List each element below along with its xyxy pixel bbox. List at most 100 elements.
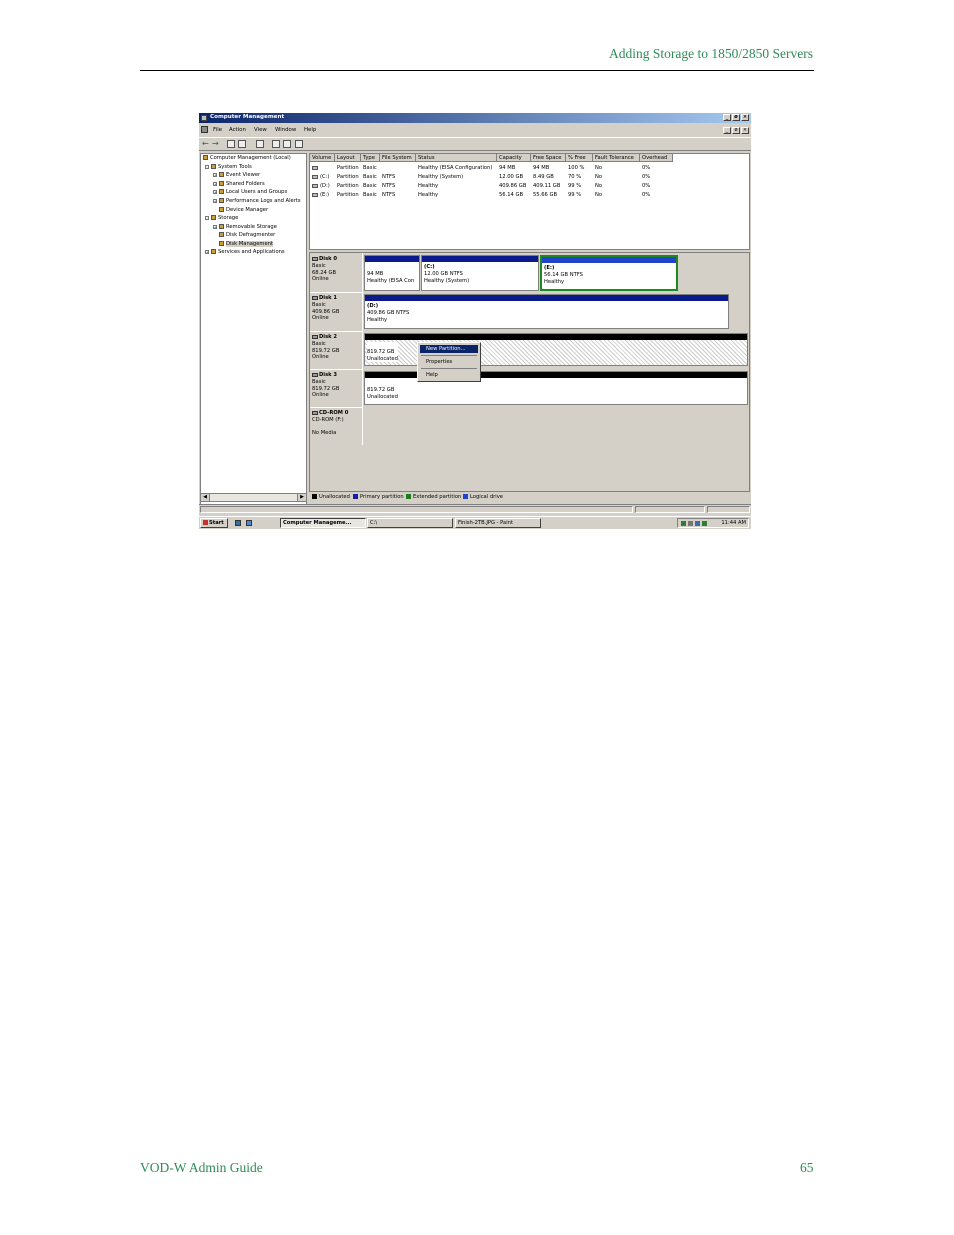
cdrom-0-label[interactable]: CD-ROM 0 CD-ROM (F:) No Media <box>312 410 362 437</box>
cdrom-icon <box>312 410 318 415</box>
tree-item-performance-logs[interactable]: + Performance Logs and Alerts <box>213 198 301 204</box>
disk-3-label[interactable]: Disk 3 Basic 819.72 GB Online <box>312 372 362 399</box>
settings-icon[interactable] <box>283 140 291 148</box>
menu-action[interactable]: Action <box>229 127 246 133</box>
disk-2-label[interactable]: Disk 2 Basic 819.72 GB Online <box>312 334 362 361</box>
collapse-icon[interactable]: - <box>205 164 209 169</box>
explorer-icon[interactable] <box>246 520 252 526</box>
menu-window[interactable]: Window <box>275 127 296 133</box>
disk-1-label[interactable]: Disk 1 Basic 409.86 GB Online <box>312 295 362 322</box>
child-restore-button[interactable]: ø <box>732 127 740 134</box>
start-button[interactable]: Start <box>200 518 228 528</box>
fault-tolerance-cell: No <box>595 192 603 198</box>
tray-icon[interactable] <box>695 521 700 526</box>
expand-icon[interactable]: + <box>213 189 217 194</box>
tree-item-shared-folders[interactable]: + Shared Folders <box>213 181 265 187</box>
disk-0-e-partition[interactable]: (E:) 56.14 GB NTFS Healthy <box>540 255 678 291</box>
volume-cell[interactable]: (E:) <box>312 192 329 198</box>
col-type[interactable]: Type <box>361 154 380 162</box>
volume-cell[interactable]: (D:) <box>312 183 330 189</box>
forward-arrow-icon[interactable]: → <box>212 139 219 148</box>
desktop-icon[interactable] <box>235 520 241 526</box>
title-bar[interactable]: Computer Management _ ø × <box>199 113 751 123</box>
col-layout[interactable]: Layout <box>335 154 361 162</box>
menu-bar: File Action View Window Help _ ø × <box>199 125 751 135</box>
collapse-icon[interactable]: - <box>205 215 209 220</box>
volume-icon <box>312 183 318 188</box>
disk-0-label[interactable]: Disk 0 Basic 68.24 GB Online <box>312 256 362 283</box>
menu-item-properties[interactable]: Properties <box>420 358 478 366</box>
child-close-button[interactable]: × <box>741 127 749 134</box>
help-icon[interactable] <box>272 140 280 148</box>
col-fault-tolerance[interactable]: Fault Tolerance <box>593 154 640 162</box>
tray-icon[interactable] <box>702 521 707 526</box>
tree-item-device-manager[interactable]: Device Manager <box>219 207 268 213</box>
properties-icon[interactable] <box>256 140 264 148</box>
disk-0-eisa-partition[interactable]: 94 MB Healthy (EISA Con <box>364 255 420 291</box>
app-menu-icon[interactable] <box>201 126 208 133</box>
volume-cell[interactable]: (C:) <box>312 174 329 180</box>
tray-icon[interactable] <box>681 521 686 526</box>
tree-horizontal-scrollbar[interactable]: ◀ ▶ <box>200 493 307 502</box>
close-button[interactable]: × <box>741 114 749 121</box>
expand-icon[interactable]: + <box>213 198 217 203</box>
scroll-left-icon[interactable]: ◀ <box>201 494 210 501</box>
tree-item-local-users[interactable]: + Local Users and Groups <box>213 189 287 195</box>
type-cell: Basic <box>363 165 377 171</box>
menu-file[interactable]: File <box>213 127 222 133</box>
task-computer-management[interactable]: Computer Manageme... <box>280 518 366 528</box>
expand-icon[interactable]: + <box>213 224 217 229</box>
status-cell: Healthy (EISA Configuration) <box>418 165 493 171</box>
child-minimize-button[interactable]: _ <box>723 127 731 134</box>
expand-icon[interactable]: + <box>205 249 209 254</box>
col-volume[interactable]: Volume <box>310 154 335 162</box>
percent-free-cell: 100 % <box>568 165 585 171</box>
disk-view-icon[interactable] <box>295 140 303 148</box>
disk-1-d-partition[interactable]: (D:) 409.86 GB NTFS Healthy <box>364 294 729 329</box>
tree-item-services-applications[interactable]: + Services and Applications <box>205 249 285 255</box>
col-free-space[interactable]: Free Space <box>531 154 566 162</box>
show-hide-tree-icon[interactable] <box>238 140 246 148</box>
tree-item-disk-management[interactable]: Disk Management <box>219 241 273 247</box>
up-folder-icon[interactable] <box>227 140 235 148</box>
disk-0-c-partition[interactable]: (C:) 12.00 GB NTFS Healthy (System) <box>421 255 539 291</box>
tray-icon[interactable] <box>688 521 693 526</box>
task-paint[interactable]: Finish-2TB.JPG - Paint <box>455 518 541 528</box>
tree-item-storage[interactable]: - Storage <box>205 215 238 221</box>
fs-cell: NTFS <box>382 174 396 180</box>
tree-item-event-viewer[interactable]: + Event Viewer <box>213 172 260 178</box>
tree-item-disk-defragmenter[interactable]: Disk Defragmenter <box>219 232 275 238</box>
services-icon <box>211 249 216 254</box>
disk-label-divider <box>362 253 363 445</box>
col-capacity[interactable]: Capacity <box>497 154 531 162</box>
percent-free-cell: 70 % <box>568 174 582 180</box>
defrag-icon <box>219 232 224 237</box>
task-c-drive[interactable]: C:\ <box>367 518 453 528</box>
windows-logo-icon <box>203 520 208 525</box>
percent-free-cell: 99 % <box>568 183 582 189</box>
legend-extended: Extended partition <box>406 494 461 500</box>
col-overhead[interactable]: Overhead <box>640 154 673 162</box>
disk-row-divider <box>310 331 362 332</box>
removable-storage-icon <box>219 224 224 229</box>
menu-view[interactable]: View <box>254 127 267 133</box>
toolbar: ← → <box>199 137 751 151</box>
back-arrow-icon[interactable]: ← <box>202 139 209 148</box>
tree-item-computer-management[interactable]: Computer Management (Local) <box>203 155 291 161</box>
taskbar: Start Computer Manageme... C:\ Finish-2T… <box>199 516 751 529</box>
restore-button[interactable]: ø <box>732 114 740 121</box>
menu-item-help[interactable]: Help <box>420 371 478 379</box>
type-cell: Basic <box>363 174 377 180</box>
expand-icon[interactable]: + <box>213 172 217 177</box>
volume-cell[interactable] <box>312 165 320 171</box>
col-file-system[interactable]: File System <box>380 154 416 162</box>
col-percent-free[interactable]: % Free <box>566 154 593 162</box>
menu-help[interactable]: Help <box>304 127 316 133</box>
menu-item-new-partition[interactable]: New Partition... <box>420 345 478 353</box>
tree-item-system-tools[interactable]: - System Tools <box>205 164 252 170</box>
expand-icon[interactable]: + <box>213 181 217 186</box>
scroll-right-icon[interactable]: ▶ <box>297 494 306 501</box>
col-status[interactable]: Status <box>416 154 497 162</box>
tree-item-removable-storage[interactable]: + Removable Storage <box>213 224 277 230</box>
minimize-button[interactable]: _ <box>723 114 731 121</box>
